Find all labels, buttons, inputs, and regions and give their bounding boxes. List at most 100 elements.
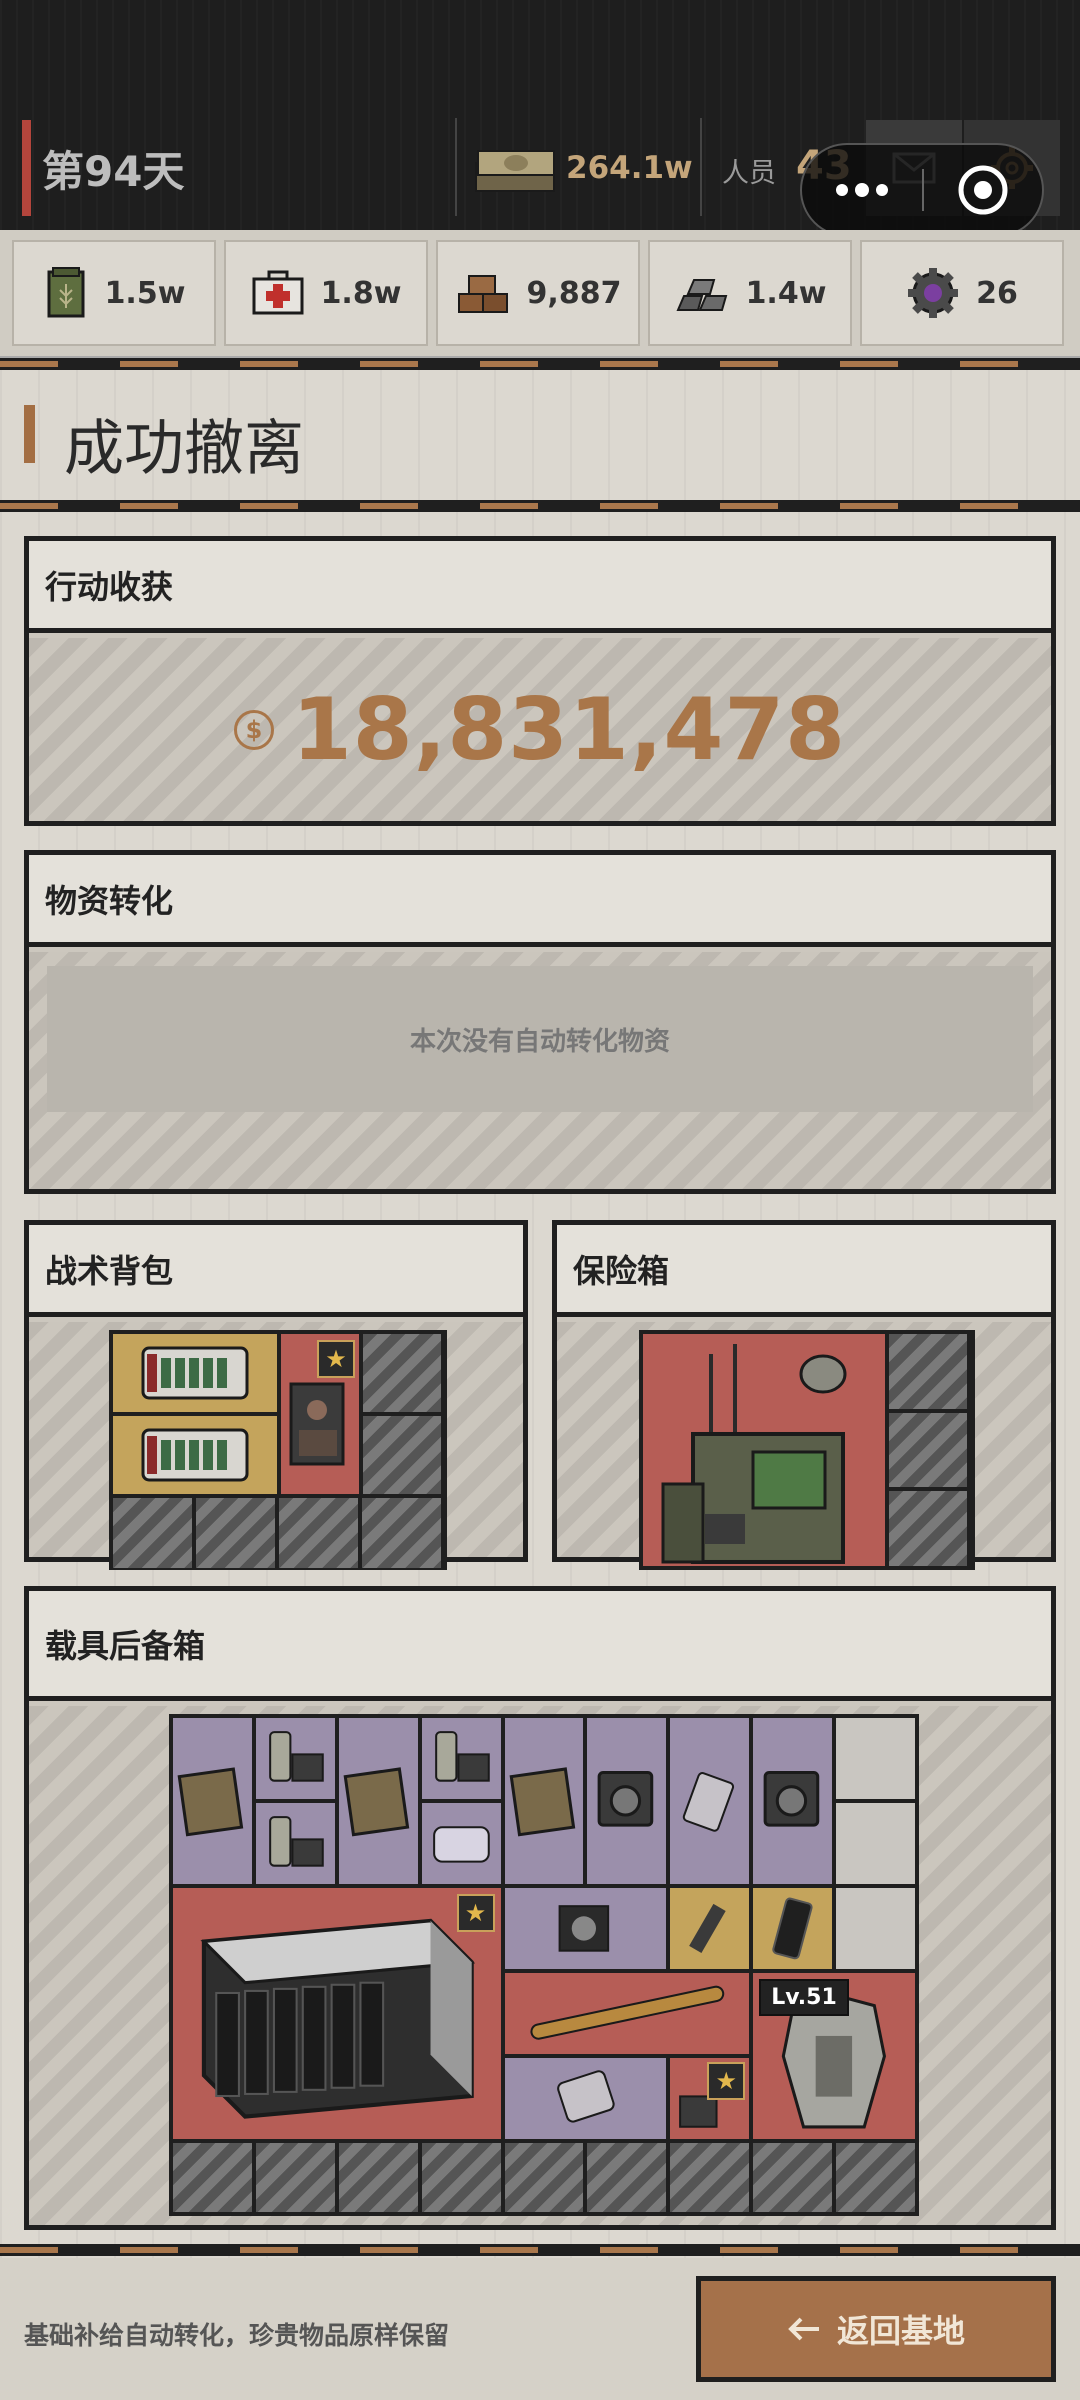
item-manual-book[interactable]	[173, 1718, 252, 1884]
item-circuit-device[interactable]: ★	[281, 1334, 359, 1494]
locked-slot	[362, 1498, 441, 1568]
item-battery-pack[interactable]	[113, 1334, 277, 1412]
decorative-band	[0, 500, 1080, 512]
backpack-title: 战术背包	[29, 1225, 523, 1317]
locked-slot	[113, 1498, 192, 1568]
title-accent-bar	[24, 405, 35, 463]
divider	[455, 118, 457, 216]
item-body-armor[interactable]: Lv.51	[753, 1972, 915, 2139]
conversion-panel: 物资转化 本次没有自动转化物资	[24, 850, 1056, 1194]
decorative-band	[0, 2244, 1080, 2256]
backpack-grid: ★	[109, 1330, 447, 1570]
top-status-bar: 第94天 264.1w 人员 43	[0, 0, 1080, 237]
camera-icon	[598, 1771, 654, 1827]
resource-parts[interactable]: 26	[860, 240, 1064, 346]
grain-sack-icon	[47, 267, 85, 318]
close-miniprogram-button[interactable]	[924, 145, 1042, 235]
resource-value: 9,887	[526, 275, 622, 311]
locked-slot	[504, 2142, 584, 2212]
page-title: 成功撤离	[64, 414, 304, 484]
earnings-panel: 行动收获 $ 18,831,478	[24, 536, 1056, 826]
coin-icon: $	[233, 709, 274, 750]
arrow-left-icon	[788, 2317, 819, 2341]
trunk-body: ★ Lv.51 ★	[29, 1706, 1051, 2225]
conversion-title: 物资转化	[29, 855, 1051, 947]
battery-pack-icon	[141, 1428, 249, 1482]
baton-icon	[529, 1985, 724, 2040]
item-baton[interactable]	[504, 1972, 750, 2055]
locked-slot	[255, 2142, 335, 2212]
metal-ingots-icon	[676, 279, 727, 311]
earnings-title: 行动收获	[29, 541, 1051, 633]
item-plastic-case[interactable]	[421, 1802, 501, 1884]
resource-value: 26	[976, 275, 1018, 311]
servo-motor-icon	[558, 1904, 609, 1952]
camera-icon	[763, 1771, 820, 1827]
item-mechanical-part[interactable]: ★	[670, 2058, 750, 2139]
wood-planks-icon	[457, 275, 508, 313]
miniprogram-capsule	[800, 143, 1044, 237]
item-manual-book[interactable]	[504, 1718, 584, 1884]
gear-part-icon	[908, 268, 959, 318]
spark-plug-icon	[689, 1903, 727, 1953]
staff-label: 人员	[722, 158, 776, 189]
item-canister[interactable]	[255, 1718, 335, 1799]
resource-medkit[interactable]: 1.8w	[224, 240, 428, 346]
locked-slot	[363, 1416, 441, 1494]
item-battery-pack[interactable]	[113, 1416, 277, 1494]
item-manual-book[interactable]	[338, 1718, 418, 1884]
locked-slot	[587, 2142, 667, 2212]
tools-icon	[683, 1772, 735, 1832]
return-to-base-label: 返回基地	[836, 2312, 965, 2350]
item-canister[interactable]	[255, 1802, 335, 1884]
target-close-icon	[958, 165, 1008, 215]
item-nas-server[interactable]: ★	[173, 1887, 501, 2139]
rare-star-icon: ★	[707, 2062, 746, 2101]
resource-value: 1.8w	[320, 275, 402, 311]
item-tool-kit[interactable]	[504, 2058, 667, 2139]
divider	[700, 118, 702, 216]
locked-slot	[889, 1491, 967, 1566]
locked-slot	[196, 1498, 275, 1568]
cash-stack-icon	[472, 143, 558, 195]
nas-server-icon	[200, 1918, 476, 2119]
resource-wood[interactable]: 9,887	[436, 240, 640, 346]
rare-star-icon: ★	[456, 1893, 495, 1932]
item-tool-kit[interactable]	[670, 1718, 750, 1884]
book-icon	[177, 1767, 244, 1837]
earnings-value: 18,831,478	[291, 679, 847, 780]
safebox-grid	[639, 1330, 975, 1570]
cash-value: 264.1w	[566, 150, 693, 186]
empty-slot	[836, 1887, 915, 1969]
item-canister[interactable]	[421, 1718, 501, 1799]
item-servo-motor[interactable]	[504, 1887, 667, 1969]
empty-slot	[836, 1802, 915, 1884]
medkit-icon	[252, 270, 304, 315]
item-smartphone[interactable]	[753, 1887, 833, 1969]
locked-slot	[836, 2142, 915, 2212]
locked-slot	[279, 1498, 358, 1568]
smartphone-icon	[772, 1897, 813, 1960]
item-radio-station[interactable]	[643, 1334, 885, 1566]
resource-grain[interactable]: 1.5w	[12, 240, 216, 346]
return-to-base-button[interactable]: 返回基地	[696, 2276, 1056, 2382]
item-spark-plug[interactable]	[670, 1887, 750, 1969]
item-camera[interactable]	[587, 1718, 667, 1884]
tools-icon	[556, 2070, 615, 2123]
resource-value: 1.4w	[745, 275, 827, 311]
backpack-panel: 战术背包 ★	[24, 1220, 528, 1570]
canister-icon	[269, 1731, 324, 1782]
locked-slot	[889, 1412, 967, 1488]
resource-bar: 1.5w 1.8w 9,887 1.4w 26	[0, 230, 1080, 358]
day-counter: 第94天	[42, 147, 185, 196]
locked-slot	[889, 1334, 967, 1409]
radio-station-icon	[661, 1343, 847, 1564]
rare-star-icon: ★	[317, 1340, 355, 1378]
resource-metal[interactable]: 1.4w	[648, 240, 852, 346]
locked-slot	[173, 2142, 252, 2212]
footer-note: 基础补给自动转化，珍贵物品原样保留	[24, 2321, 450, 2350]
trunk-title: 载具后备箱	[29, 1591, 1051, 1701]
item-camera[interactable]	[753, 1718, 833, 1884]
more-options-button[interactable]	[802, 145, 922, 235]
canister-icon	[269, 1815, 324, 1867]
